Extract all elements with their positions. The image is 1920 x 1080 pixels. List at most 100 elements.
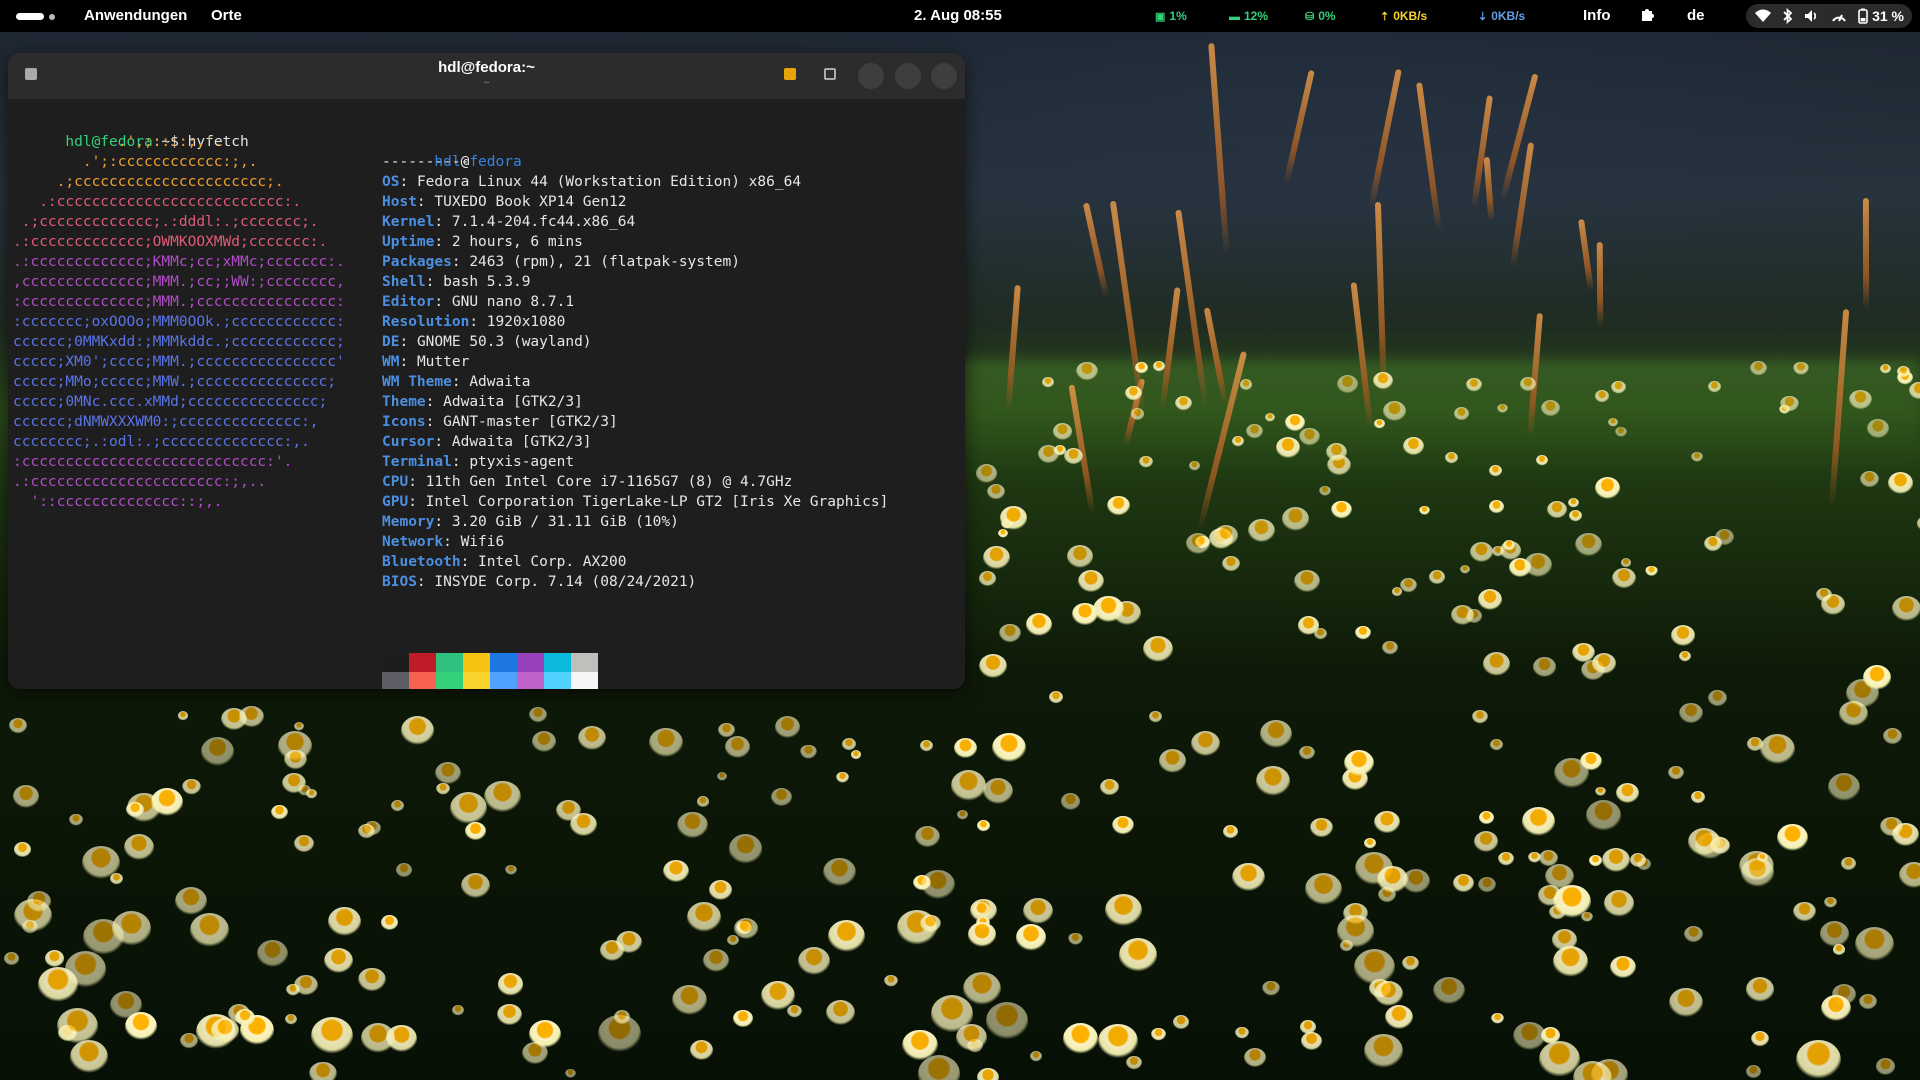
chamomile-flower [305,789,317,800]
chamomile-flower [1260,720,1292,749]
chamomile-flower [451,1004,464,1016]
logo-line: .;ccccccccccccc;.:dddl:.;ccccccc;. [13,214,319,230]
info-row: Network: Wifi6 [382,532,504,552]
info-colon: : [425,414,444,430]
upload-stat[interactable]: ⇡ 0KB/s [1380,0,1427,32]
terminal-window[interactable]: hdl@fedora:~ ~ hdl@fedora:~$ hyfetch .',… [8,53,965,689]
wifi-icon [1755,9,1772,22]
info-key: GPU [382,494,409,510]
info-value: 2 hours, 6 mins [451,234,583,250]
logo-line: .';:cccccccccccc:;,. [13,154,258,170]
chamomile-flower [1827,772,1861,802]
chamomile-flower [1344,749,1375,777]
chamomile-flower [1152,360,1165,372]
info-key: WM Theme [382,374,452,390]
chamomile-flower [1594,477,1621,501]
activities-button[interactable] [0,0,62,32]
chamomile-flower [1569,509,1583,522]
info-header: hdl@fedora [382,132,521,170]
disk-icon: ⛁ [1305,11,1315,23]
info-row: Uptime: 2 hours, 6 mins [382,232,583,252]
chamomile-flower [358,823,376,839]
logo-line: ccccc;0MNc.ccc.xMMd;ccccccccccccccc; [13,394,328,410]
extensions-button[interactable] [1639,0,1657,32]
info-colon: : [469,314,487,330]
logo-line: :cccccccccccccc;MMM.;cccccccccccccccc: [13,294,345,310]
chamomile-flower [125,1011,158,1041]
chamomile-flower [190,913,229,948]
info-value: ptyxis-agent [469,454,575,470]
download-stat[interactable]: ⇣ 0KB/s [1478,0,1525,32]
chamomile-flower [797,946,830,976]
chamomile-flower [1741,858,1775,888]
chamomile-flower [37,967,78,1003]
chamomile-flower [1580,751,1602,771]
logo-line: :cccccccccccccccccccccccccccc:'. [13,454,293,470]
chamomile-flower [1149,711,1163,723]
info-colon: : [434,514,452,530]
terminal-content[interactable]: hdl@fedora:~$ hyfetch .',;::::;,'. .';:c… [8,99,965,689]
tab-overview-icon[interactable] [824,68,836,80]
info-row: Shell: bash 5.3.9 [382,272,530,292]
places-menu[interactable]: Orte [211,0,242,32]
logo-line: .:cccccccccccccccccccccc:;,.. [13,474,267,490]
info-value: TUXEDO Book XP14 Gen12 [434,194,627,210]
info-row: Resolution: 1920x1080 [382,312,565,332]
chamomile-flower [1232,863,1265,893]
info-value: INSYDE Corp. 7.14 (08/24/2021) [434,574,697,590]
info-value: Mutter [416,354,470,370]
privilege-icon[interactable] [784,68,796,80]
chamomile-flower [1126,1055,1143,1071]
chamomile-flower [1488,500,1505,515]
info-menu[interactable]: Info [1583,0,1611,32]
disk-stat[interactable]: ⛁ 0% [1305,0,1336,32]
chamomile-flower [1053,444,1067,456]
download-icon: ⇣ [1478,11,1488,23]
chamomile-flower [44,950,65,969]
chamomile-flower [532,731,557,754]
chamomile-flower [1093,595,1124,623]
chamomile-flower [919,914,941,934]
chamomile-flower [1104,893,1143,928]
chamomile-flower [1172,1015,1189,1030]
chamomile-flower [401,716,435,746]
chamomile-flower [986,483,1005,501]
info-key: OS [382,174,400,190]
chamomile-flower [497,1004,522,1026]
chamomile-flower [1595,786,1606,797]
chamomile-flower [1482,651,1511,677]
keyboard-layout-indicator[interactable]: de [1687,0,1705,32]
chamomile-flower [181,778,201,796]
grass-stalk [1483,156,1495,221]
logo-line: .',;::::;,'. [13,134,223,150]
menu-button[interactable] [858,63,884,89]
info-key: Theme [382,394,426,410]
chamomile-flower [360,1022,396,1054]
chamomile-flower [1840,856,1857,871]
chamomile-flower [1376,865,1409,895]
info-key: BIOS [382,574,417,590]
memory-stat[interactable]: ▬ 12% [1229,0,1268,32]
applications-menu[interactable]: Anwendungen [84,0,187,32]
chamomile-flower [504,864,517,876]
chamomile-flower [1879,816,1903,838]
command-line: hdl@fedora:~$ hyfetch [13,112,248,150]
chamomile-flower [1614,426,1627,438]
chamomile-flower [1174,395,1192,411]
close-button[interactable] [931,63,957,89]
cpu-stat[interactable]: ▣ 1% [1155,0,1187,32]
chamomile-flower [570,813,598,838]
minimize-button[interactable] [895,63,921,89]
clock[interactable]: 2. Aug 08:55 [914,0,1002,32]
info-row: Memory: 3.20 GiB / 31.11 GiB (10%) [382,512,679,532]
chamomile-flower [672,985,707,1017]
chamomile-flower [983,777,1014,805]
chamomile-flower [497,973,524,997]
terminal-titlebar[interactable]: hdl@fedora:~ ~ [8,53,965,99]
chamomile-flower [920,740,934,752]
info-key: Kernel [382,214,435,230]
chamomile-flower [915,825,940,848]
grass-stalk [1499,73,1539,202]
info-key: Terminal [382,454,452,470]
system-status-area[interactable]: 31 % [1746,4,1912,28]
